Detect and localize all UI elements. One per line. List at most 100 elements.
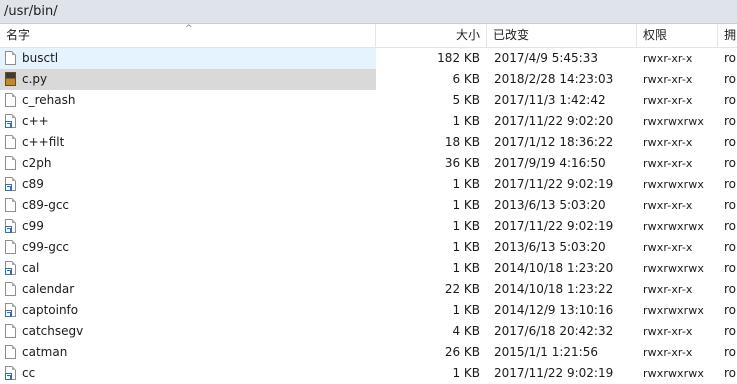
column-size-label: 大小 — [455, 28, 480, 42]
column-header: 名字 ^ 大小 已改变 权限 拥 — [0, 24, 737, 48]
file-owner: ro — [724, 219, 737, 233]
column-modified-label: 已改变 — [493, 28, 530, 42]
file-permissions: rwxr-xr-x — [643, 199, 693, 212]
column-modified-header[interactable]: 已改变 — [487, 24, 637, 47]
file-size: 1 KB — [452, 177, 480, 191]
file-name: c_rehash — [22, 93, 76, 107]
file-name: calendar — [22, 282, 75, 296]
file-modified: 2018/2/28 14:23:03 — [494, 72, 614, 86]
file-permissions: rwxr-xr-x — [643, 94, 693, 107]
file-list: busctl 182 KB 2017/4/9 5:45:33 rwxr-xr-x ro c… — [0, 48, 737, 384]
file-owner: ro — [724, 156, 737, 170]
shortcut-arrow-icon — [5, 184, 12, 191]
file-row[interactable]: c89-gcc 1 KB 2013/6/13 5:03:20 rwxr-xr-x ro — [0, 195, 737, 216]
column-size-header[interactable]: 大小 — [376, 24, 487, 47]
file-row[interactable]: c89 1 KB 2017/11/22 9:02:19 rwxrwxrwx ro — [0, 174, 737, 195]
file-permissions: rwxr-xr-x — [643, 283, 693, 296]
file-size: 6 KB — [452, 72, 480, 86]
python-file-icon — [5, 72, 16, 86]
file-owner: ro — [724, 177, 737, 191]
file-row[interactable]: calendar 22 KB 2014/10/18 1:23:22 rwxr-xr-x… — [0, 279, 737, 300]
file-modified: 2017/4/9 5:45:33 — [494, 51, 598, 65]
file-size: 18 KB — [444, 135, 480, 149]
file-owner: ro — [724, 261, 737, 275]
column-owner-header[interactable]: 拥 — [718, 24, 737, 47]
file-name: c89-gcc — [22, 198, 70, 212]
file-name: busctl — [22, 51, 59, 65]
symlink-icon — [5, 303, 16, 317]
symlink-icon — [5, 261, 16, 275]
symlink-icon — [5, 177, 16, 191]
file-icon — [5, 93, 16, 107]
file-name: c.py — [22, 72, 48, 86]
file-icon — [5, 240, 16, 254]
file-icon — [5, 324, 16, 338]
file-owner: ro — [724, 93, 737, 107]
file-icon — [5, 51, 16, 65]
file-permissions: rwxr-xr-x — [643, 346, 693, 359]
file-row[interactable]: c99 1 KB 2017/11/22 9:02:19 rwxrwxrwx ro — [0, 216, 737, 237]
file-owner: ro — [724, 51, 737, 65]
file-name: c++filt — [22, 135, 65, 149]
column-name-header[interactable]: 名字 ^ — [0, 24, 376, 47]
file-row[interactable]: c_rehash 5 KB 2017/11/3 1:42:42 rwxr-xr-x ro — [0, 90, 737, 111]
file-size: 22 KB — [444, 282, 480, 296]
file-modified: 2017/11/22 9:02:19 — [494, 177, 614, 191]
file-owner: ro — [724, 303, 737, 317]
file-row[interactable]: catchsegv 4 KB 2017/6/18 20:42:32 rwxr-xr-x… — [0, 321, 737, 342]
file-row[interactable]: c.py 6 KB 2018/2/28 14:23:03 rwxr-xr-x ro — [0, 69, 737, 90]
file-row[interactable]: busctl 182 KB 2017/4/9 5:45:33 rwxr-xr-x ro — [0, 48, 737, 69]
file-row[interactable]: cal 1 KB 2014/10/18 1:23:20 rwxrwxrwx ro — [0, 258, 737, 279]
file-name: c++ — [22, 114, 49, 128]
file-size: 1 KB — [452, 198, 480, 212]
file-permissions: rwxrwxrwx — [643, 367, 704, 380]
file-row[interactable]: c++filt 18 KB 2017/1/12 18:36:22 rwxr-xr-x r… — [0, 132, 737, 153]
file-permissions: rwxrwxrwx — [643, 262, 704, 275]
file-icon — [5, 282, 16, 296]
file-size: 26 KB — [444, 345, 480, 359]
shortcut-arrow-icon — [5, 226, 12, 233]
file-name: catchsegv — [22, 324, 84, 338]
file-modified: 2017/1/12 18:36:22 — [494, 135, 614, 149]
file-name: catman — [22, 345, 68, 359]
file-modified: 2017/11/3 1:42:42 — [494, 93, 606, 107]
file-permissions: rwxr-xr-x — [643, 241, 693, 254]
file-row[interactable]: c2ph 36 KB 2017/9/19 4:16:50 rwxr-xr-x ro — [0, 153, 737, 174]
file-modified: 2013/6/13 5:03:20 — [494, 198, 606, 212]
file-icon — [5, 345, 16, 359]
file-owner: ro — [724, 198, 737, 212]
column-permissions-label: 权限 — [643, 28, 668, 42]
file-row[interactable]: captoinfo 1 KB 2014/12/9 13:10:16 rwxrwxrwx… — [0, 300, 737, 321]
file-name: c2ph — [22, 156, 52, 170]
file-row[interactable]: c99-gcc 1 KB 2013/6/13 5:03:20 rwxr-xr-x ro — [0, 237, 737, 258]
column-permissions-header[interactable]: 权限 — [637, 24, 718, 47]
file-row[interactable]: cc 1 KB 2017/11/22 9:02:19 rwxrwxrwx ro — [0, 363, 737, 384]
column-owner-label: 拥 — [724, 28, 737, 42]
file-modified: 2017/11/22 9:02:19 — [494, 366, 614, 380]
file-name: captoinfo — [22, 303, 79, 317]
file-modified: 2017/11/22 9:02:20 — [494, 114, 614, 128]
file-size: 182 KB — [437, 51, 480, 65]
path-bar[interactable]: /usr/bin/ — [0, 0, 737, 24]
file-owner: ro — [724, 135, 737, 149]
file-owner: ro — [724, 324, 737, 338]
file-size: 1 KB — [452, 219, 480, 233]
file-size: 1 KB — [452, 303, 480, 317]
shortcut-arrow-icon — [5, 121, 12, 128]
file-row[interactable]: catman 26 KB 2015/1/1 1:21:56 rwxr-xr-x ro — [0, 342, 737, 363]
file-size: 1 KB — [452, 366, 480, 380]
current-path: /usr/bin/ — [4, 4, 58, 19]
file-modified: 2017/6/18 20:42:32 — [494, 324, 614, 338]
file-name: cal — [22, 261, 40, 275]
file-modified: 2017/9/19 4:16:50 — [494, 156, 606, 170]
file-modified: 2017/11/22 9:02:19 — [494, 219, 614, 233]
file-modified: 2014/10/18 1:23:22 — [494, 282, 614, 296]
file-size: 5 KB — [452, 93, 480, 107]
file-modified: 2013/6/13 5:03:20 — [494, 240, 606, 254]
file-modified: 2014/10/18 1:23:20 — [494, 261, 614, 275]
file-row[interactable]: c++ 1 KB 2017/11/22 9:02:20 rwxrwxrwx ro — [0, 111, 737, 132]
file-permissions: rwxrwxrwx — [643, 304, 704, 317]
file-name: c99-gcc — [22, 240, 70, 254]
file-size: 1 KB — [452, 261, 480, 275]
file-permissions: rwxrwxrwx — [643, 115, 704, 128]
